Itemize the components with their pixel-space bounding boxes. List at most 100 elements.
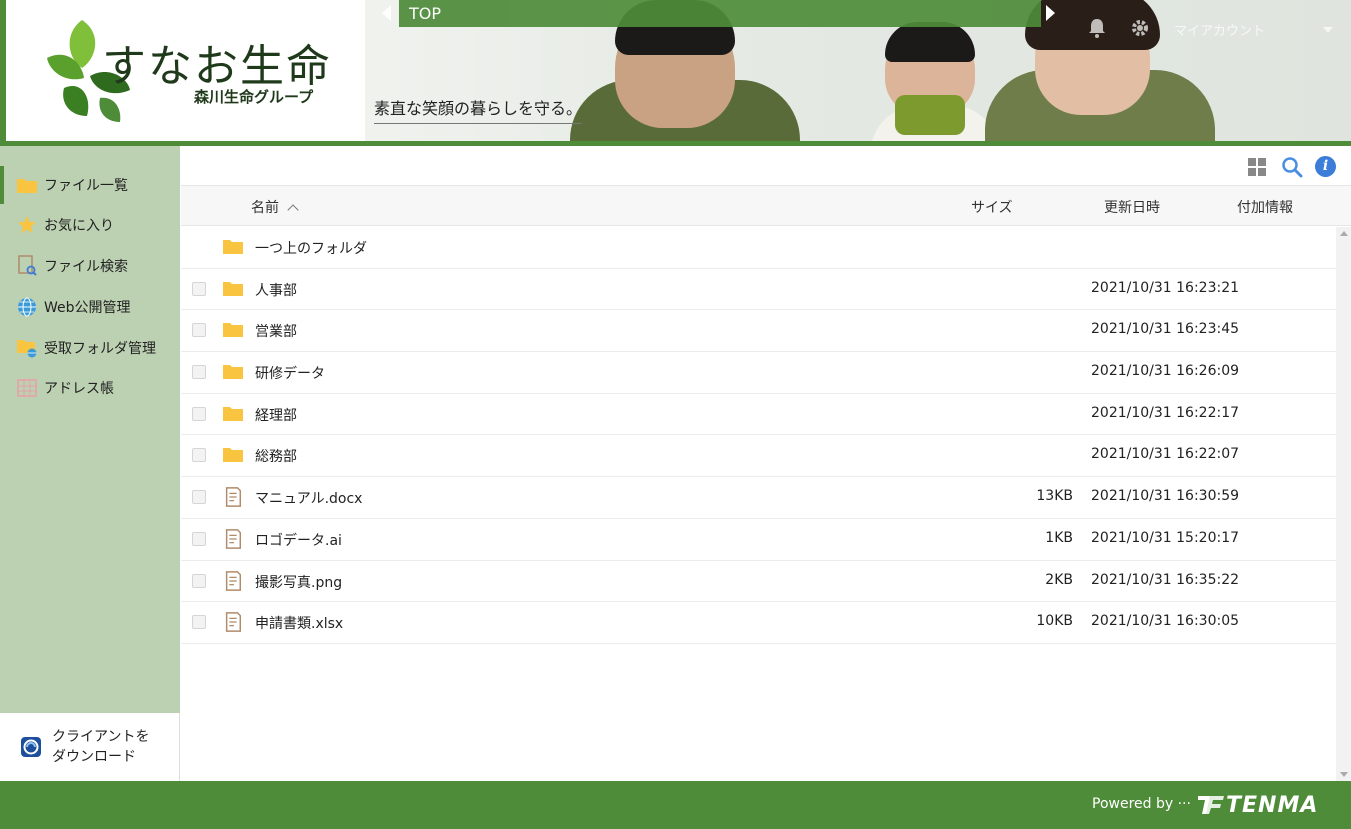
sidebar-item-file-list[interactable]: ファイル一覧 (0, 166, 180, 204)
table-row[interactable]: ロゴデータ.ai 1KB 2021/10/31 15:20:17 (181, 519, 1336, 561)
sidebar-item-address-book[interactable]: アドレス帳 (0, 369, 180, 407)
folder-icon (223, 448, 243, 463)
file-name[interactable]: 経理部 (255, 405, 297, 425)
table-row[interactable]: 営業部 2021/10/31 16:23:45 (181, 310, 1336, 353)
scroll-down-arrow-icon[interactable] (1340, 772, 1348, 777)
sidebar-item-label: ファイル検索 (44, 259, 128, 275)
table-header: 名前 サイズ 更新日時 付加情報 (181, 186, 1351, 226)
breadcrumb[interactable]: TOP (399, 0, 1041, 27)
row-checkbox[interactable] (192, 281, 206, 296)
my-account-menu[interactable]: マイアカウント (1174, 20, 1265, 39)
header: すなお生命 森川生命グループ 素直な笑顔の暮らしを守る。 TOP マイアカウント (0, 0, 1351, 146)
file-name[interactable]: 研修データ (255, 363, 325, 383)
client-download-line2: ダウンロード (52, 749, 136, 765)
footer-brand: TENMA (1226, 792, 1319, 818)
chevron-down-icon[interactable] (1323, 27, 1333, 33)
brand-group: 森川生命グループ (194, 88, 314, 106)
banner-photo (895, 95, 965, 135)
sidebar: ファイル一覧 お気に入り ファイル検索 Web公開管理 受取フォルダ管理 アドレ… (0, 146, 180, 713)
sidebar-item-file-search[interactable]: ファイル検索 (0, 247, 180, 285)
table-row[interactable]: 研修データ 2021/10/31 16:26:09 (181, 352, 1336, 394)
file-size: 2KB (1045, 571, 1073, 588)
address-book-icon (16, 378, 38, 398)
file-search-icon (16, 255, 38, 276)
grid-view-icon[interactable] (1248, 158, 1266, 176)
row-checkbox[interactable] (192, 531, 206, 546)
column-header-name[interactable]: 名前 (251, 197, 299, 217)
table-row[interactable]: 経理部 2021/10/31 16:22:17 (181, 394, 1336, 436)
file-name[interactable]: 人事部 (255, 280, 297, 300)
gear-icon[interactable] (1130, 18, 1150, 38)
sidebar-item-web-publish[interactable]: Web公開管理 (0, 288, 180, 326)
sidebar-item-label: アドレス帳 (44, 381, 114, 397)
file-name[interactable]: 申請書類.xlsx (255, 613, 343, 633)
folder-icon (223, 365, 243, 380)
file-size: 10KB (1036, 613, 1073, 630)
sidebar-item-receive-folder[interactable]: 受取フォルダ管理 (0, 329, 180, 367)
file-icon (225, 528, 241, 549)
client-download-button[interactable]: クライアントを ダウンロード (0, 713, 180, 781)
table-row[interactable]: 撮影写真.png 2KB 2021/10/31 16:35:22 (181, 561, 1336, 603)
tenma-mark-icon (1198, 796, 1224, 814)
info-icon[interactable]: i (1315, 156, 1336, 177)
file-icon (225, 570, 241, 591)
file-icon (225, 612, 241, 633)
brand-logo[interactable]: すなお生命 森川生命グループ (0, 0, 365, 141)
file-updated-date: 2021/10/31 16:26:09 (1091, 363, 1240, 380)
file-updated-date: 2021/10/31 16:23:21 (1091, 279, 1240, 296)
sidebar-item-label: Web公開管理 (44, 300, 131, 316)
scroll-left-arrow-icon[interactable] (382, 5, 391, 21)
breadcrumb-top[interactable]: TOP (409, 4, 441, 23)
tenma-logo: TENMA (1196, 791, 1318, 819)
folder-icon (223, 281, 243, 296)
scroll-up-arrow-icon[interactable] (1340, 231, 1348, 236)
row-checkbox[interactable] (192, 323, 206, 338)
bell-icon[interactable] (1088, 18, 1106, 38)
powered-by-text: Powered by ··· (1092, 796, 1191, 812)
scroll-right-arrow-icon[interactable] (1046, 5, 1055, 21)
file-updated-date: 2021/10/31 16:22:07 (1091, 446, 1240, 463)
row-checkbox[interactable] (192, 406, 206, 421)
file-updated-date: 2021/10/31 15:20:17 (1091, 529, 1240, 546)
footer: Powered by ··· TENMA (0, 781, 1351, 829)
file-name[interactable]: 営業部 (255, 321, 297, 341)
file-name[interactable]: ロゴデータ.ai (255, 530, 342, 550)
vertical-scrollbar[interactable] (1336, 227, 1351, 781)
file-updated-date: 2021/10/31 16:35:22 (1091, 571, 1240, 588)
table-row[interactable]: 総務部 2021/10/31 16:22:07 (181, 435, 1336, 478)
file-name[interactable]: 撮影写真.png (255, 572, 342, 592)
folder-icon (223, 323, 243, 338)
row-checkbox[interactable] (192, 448, 206, 463)
toolbar: i (181, 146, 1351, 186)
sort-ascending-icon (287, 204, 299, 216)
table-row[interactable]: 申請書類.xlsx 10KB 2021/10/31 16:30:05 (181, 602, 1336, 644)
column-header-size[interactable]: サイズ (971, 197, 1013, 217)
file-list-panel: i 名前 サイズ 更新日時 付加情報 一つ上のフォルダ 人事部 2021/10/3… (181, 146, 1351, 781)
table-row[interactable]: マニュアル.docx 13KB 2021/10/31 16:30:59 (181, 477, 1336, 519)
search-icon[interactable] (1281, 156, 1303, 178)
client-download-label: クライアントを ダウンロード (52, 727, 149, 767)
file-icon (225, 487, 241, 507)
file-name[interactable]: 総務部 (255, 446, 297, 466)
file-updated-date: 2021/10/31 16:30:59 (1091, 488, 1240, 505)
brand-name: すなお生命 (102, 41, 332, 92)
sidebar-item-favorites[interactable]: お気に入り (0, 206, 180, 244)
table-row[interactable]: 人事部 2021/10/31 16:23:21 (181, 269, 1336, 311)
row-checkbox[interactable] (192, 615, 206, 630)
banner-photo (885, 22, 975, 62)
file-size: 13KB (1036, 488, 1073, 505)
parent-folder-row[interactable]: 一つ上のフォルダ (181, 227, 1336, 269)
file-name[interactable]: 一つ上のフォルダ (255, 238, 367, 258)
column-header-updated[interactable]: 更新日時 (1104, 197, 1160, 217)
client-app-icon (21, 737, 41, 757)
column-header-extra[interactable]: 付加情報 (1237, 197, 1293, 217)
file-name[interactable]: マニュアル.docx (255, 488, 362, 508)
row-checkbox[interactable] (192, 573, 206, 588)
file-updated-date: 2021/10/31 16:23:45 (1091, 321, 1240, 338)
row-checkbox[interactable] (192, 365, 206, 380)
client-download-line1: クライアントを (52, 729, 150, 745)
column-header-name-label: 名前 (251, 200, 279, 216)
row-checkbox[interactable] (192, 490, 206, 505)
folder-globe-icon (16, 338, 38, 358)
sidebar-item-label: 受取フォルダ管理 (44, 341, 156, 357)
